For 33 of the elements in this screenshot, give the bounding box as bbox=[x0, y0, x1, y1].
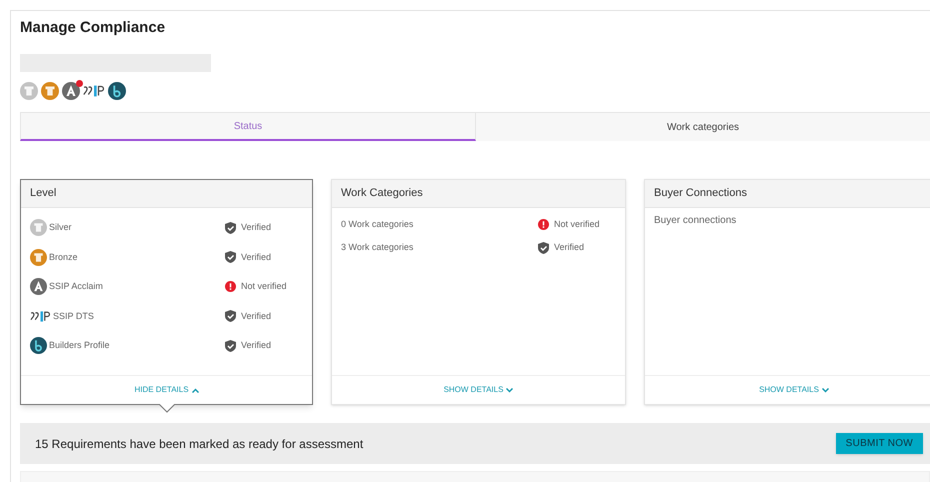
letter-a-circle-icon bbox=[30, 278, 47, 296]
status-text: Not verified bbox=[241, 280, 287, 293]
medal-icon bbox=[30, 219, 47, 236]
status-text: Verified bbox=[241, 310, 272, 322]
status-text: Verified bbox=[241, 339, 272, 352]
card-title: Level bbox=[30, 186, 56, 202]
hide-details-link[interactable]: HIDE DETAILS bbox=[134, 384, 199, 396]
chevron-up-icon bbox=[192, 388, 199, 392]
show-details-link[interactable]: SHOW DETAILS bbox=[759, 384, 829, 396]
show-details-link[interactable]: SHOW DETAILS bbox=[444, 384, 514, 396]
status-text: Verified bbox=[241, 221, 272, 234]
bp-logo-icon bbox=[30, 337, 47, 354]
card-text: Buyer connections bbox=[654, 214, 738, 228]
card-title: Work Categories bbox=[341, 186, 423, 202]
submit-now-button[interactable]: SUBMIT NOW bbox=[836, 433, 923, 454]
status-text: Not verified bbox=[554, 218, 600, 231]
page-title: Manage Compliance bbox=[20, 18, 166, 38]
status-text: Verified bbox=[554, 240, 584, 254]
chevron-down-icon bbox=[506, 388, 514, 392]
tab[interactable]: Work categories bbox=[476, 112, 930, 141]
chevron-down-icon bbox=[822, 388, 829, 392]
row-label: 3 Work categories bbox=[341, 240, 414, 254]
banner-text: 15 Requirements have been marked as ready for assessment bbox=[35, 436, 364, 452]
row-label: 0 Work categories bbox=[341, 218, 414, 231]
row-label: SSIP DTS bbox=[53, 310, 94, 322]
row-label: Silver bbox=[49, 221, 72, 234]
medal-icon bbox=[30, 248, 47, 266]
card-title: Buyer Connections bbox=[654, 186, 747, 202]
row-label: SSIP Acclaim bbox=[49, 280, 103, 293]
tab[interactable]: Status bbox=[20, 112, 476, 141]
row-label: Builders Profile bbox=[49, 339, 110, 352]
status-text: Verified bbox=[241, 250, 272, 264]
row-label: Bronze bbox=[49, 250, 78, 264]
